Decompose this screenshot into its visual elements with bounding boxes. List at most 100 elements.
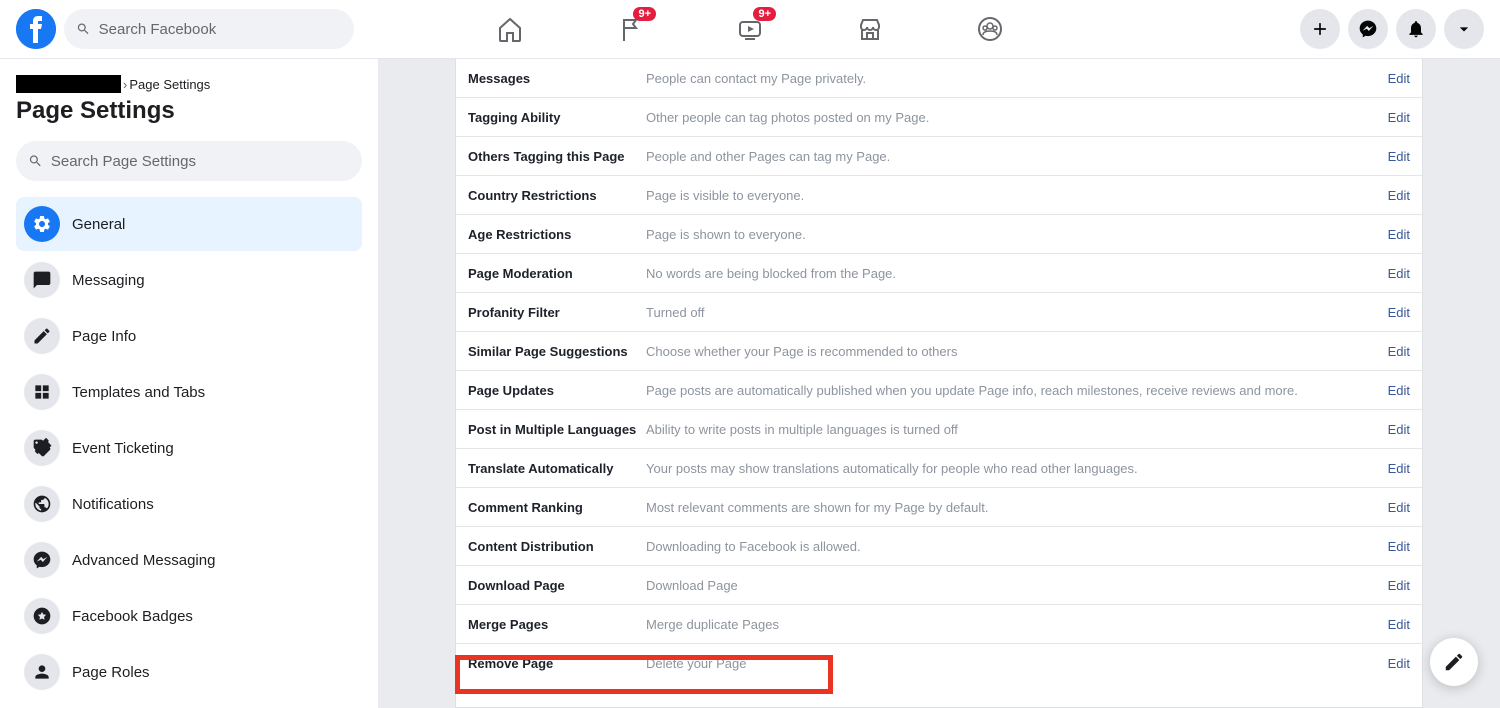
settings-row: Profanity FilterTurned offEdit (456, 293, 1422, 332)
settings-row-value: Ability to write posts in multiple langu… (646, 422, 1388, 437)
search-icon (76, 21, 91, 37)
gear-icon (32, 214, 52, 234)
settings-row-label: Age Restrictions (468, 227, 646, 242)
home-icon (496, 15, 524, 43)
star-badge-icon (32, 606, 52, 626)
settings-panel: MessagesPeople can contact my Page priva… (455, 59, 1423, 708)
sidebar-item-page-roles[interactable]: Page Roles (16, 645, 362, 699)
settings-row-label: Download Page (468, 578, 646, 593)
search-icon (28, 153, 43, 169)
settings-row-edit[interactable]: Edit (1388, 305, 1410, 320)
sidebar-item-event-ticketing[interactable]: Event Ticketing (16, 421, 362, 475)
settings-row: MessagesPeople can contact my Page priva… (456, 59, 1422, 98)
chat-icon (32, 270, 52, 290)
settings-row-edit[interactable]: Edit (1388, 227, 1410, 242)
settings-row-value: Delete your Page (646, 656, 1388, 671)
sidebar-item-general[interactable]: General (16, 197, 362, 251)
messenger-button[interactable] (1348, 9, 1388, 49)
settings-row-label: Post in Multiple Languages (468, 422, 646, 437)
settings-row: Others Tagging this PagePeople and other… (456, 137, 1422, 176)
compose-fab[interactable] (1430, 638, 1478, 686)
settings-row-value: Downloading to Facebook is allowed. (646, 539, 1388, 554)
settings-row: Remove PageDelete your PageEdit (456, 644, 1422, 683)
settings-row: Merge PagesMerge duplicate PagesEdit (456, 605, 1422, 644)
sidebar-item-label: General (72, 216, 125, 233)
sidebar-item-notifications[interactable]: Notifications (16, 477, 362, 531)
breadcrumb-page-name[interactable] (16, 75, 121, 93)
settings-row-edit[interactable]: Edit (1388, 539, 1410, 554)
settings-row-value: No words are being blocked from the Page… (646, 266, 1388, 281)
settings-search[interactable] (16, 141, 362, 181)
sidebar-item-label: Page Roles (72, 664, 150, 681)
settings-row: Age RestrictionsPage is shown to everyon… (456, 215, 1422, 254)
chevron-down-icon (1454, 19, 1474, 39)
settings-row: Page ModerationNo words are being blocke… (456, 254, 1422, 293)
settings-row-edit[interactable]: Edit (1388, 422, 1410, 437)
settings-row-edit[interactable]: Edit (1388, 149, 1410, 164)
compose-icon (1443, 651, 1465, 673)
settings-row-label: Similar Page Suggestions (468, 344, 646, 359)
settings-row-edit[interactable]: Edit (1388, 188, 1410, 203)
sidebar-item-page-info[interactable]: Page Info (16, 309, 362, 363)
settings-search-input[interactable] (51, 153, 350, 170)
sidebar-item-templates[interactable]: Templates and Tabs (16, 365, 362, 419)
facebook-logo[interactable] (16, 9, 56, 49)
settings-row-edit[interactable]: Edit (1388, 266, 1410, 281)
sidebar-item-facebook-badges[interactable]: Facebook Badges (16, 589, 362, 643)
groups-icon (976, 15, 1004, 43)
settings-row-edit[interactable]: Edit (1388, 500, 1410, 515)
settings-row-edit[interactable]: Edit (1388, 617, 1410, 632)
settings-row: Similar Page SuggestionsChoose whether y… (456, 332, 1422, 371)
notifications-button[interactable] (1396, 9, 1436, 49)
breadcrumb: › Page Settings (16, 75, 362, 93)
settings-row-label: Country Restrictions (468, 188, 646, 203)
nav-marketplace[interactable] (814, 3, 926, 55)
nav-home[interactable] (454, 3, 566, 55)
settings-row-value: Turned off (646, 305, 1388, 320)
settings-row-edit[interactable]: Edit (1388, 344, 1410, 359)
page-title: Page Settings (16, 97, 362, 125)
settings-row-label: Page Updates (468, 383, 646, 398)
sidebar-item-label: Page Info (72, 328, 136, 345)
sidebar-item-label: Templates and Tabs (72, 384, 205, 401)
globe-icon (32, 494, 52, 514)
settings-row-edit[interactable]: Edit (1388, 461, 1410, 476)
settings-row: Page UpdatesPage posts are automatically… (456, 371, 1422, 410)
settings-row-label: Page Moderation (468, 266, 646, 281)
pencil-icon (32, 326, 52, 346)
plus-icon (1310, 19, 1330, 39)
sidebar-item-label: Advanced Messaging (72, 552, 215, 569)
messenger-icon (1358, 19, 1378, 39)
settings-row-label: Others Tagging this Page (468, 149, 646, 164)
global-header: 9+ 9+ (0, 0, 1500, 59)
settings-sidebar: › Page Settings Page Settings General Me… (0, 59, 378, 708)
settings-row-edit[interactable]: Edit (1388, 71, 1410, 86)
marketplace-icon (856, 15, 884, 43)
sidebar-item-advanced-messaging[interactable]: Advanced Messaging (16, 533, 362, 587)
settings-row-edit[interactable]: Edit (1388, 110, 1410, 125)
settings-row-edit[interactable]: Edit (1388, 383, 1410, 398)
settings-row-label: Messages (468, 71, 646, 86)
create-button[interactable] (1300, 9, 1340, 49)
nav-pages[interactable]: 9+ (574, 3, 686, 55)
account-button[interactable] (1444, 9, 1484, 49)
settings-row: Content DistributionDownloading to Faceb… (456, 527, 1422, 566)
settings-row-edit[interactable]: Edit (1388, 656, 1410, 671)
nav-groups[interactable] (934, 3, 1046, 55)
sidebar-item-label: Facebook Badges (72, 608, 193, 625)
settings-row-label: Profanity Filter (468, 305, 646, 320)
ticket-icon (32, 438, 52, 458)
breadcrumb-current: Page Settings (129, 77, 210, 92)
settings-row-label: Comment Ranking (468, 500, 646, 515)
settings-row-label: Translate Automatically (468, 461, 646, 476)
nav-watch[interactable]: 9+ (694, 3, 806, 55)
settings-row: Post in Multiple LanguagesAbility to wri… (456, 410, 1422, 449)
settings-row-value: Page is visible to everyone. (646, 188, 1388, 203)
settings-row-edit[interactable]: Edit (1388, 578, 1410, 593)
sidebar-item-messaging[interactable]: Messaging (16, 253, 362, 307)
global-search-input[interactable] (99, 21, 342, 38)
settings-row-label: Content Distribution (468, 539, 646, 554)
settings-row-label: Merge Pages (468, 617, 646, 632)
global-search[interactable] (64, 9, 354, 49)
bell-icon (1406, 19, 1426, 39)
